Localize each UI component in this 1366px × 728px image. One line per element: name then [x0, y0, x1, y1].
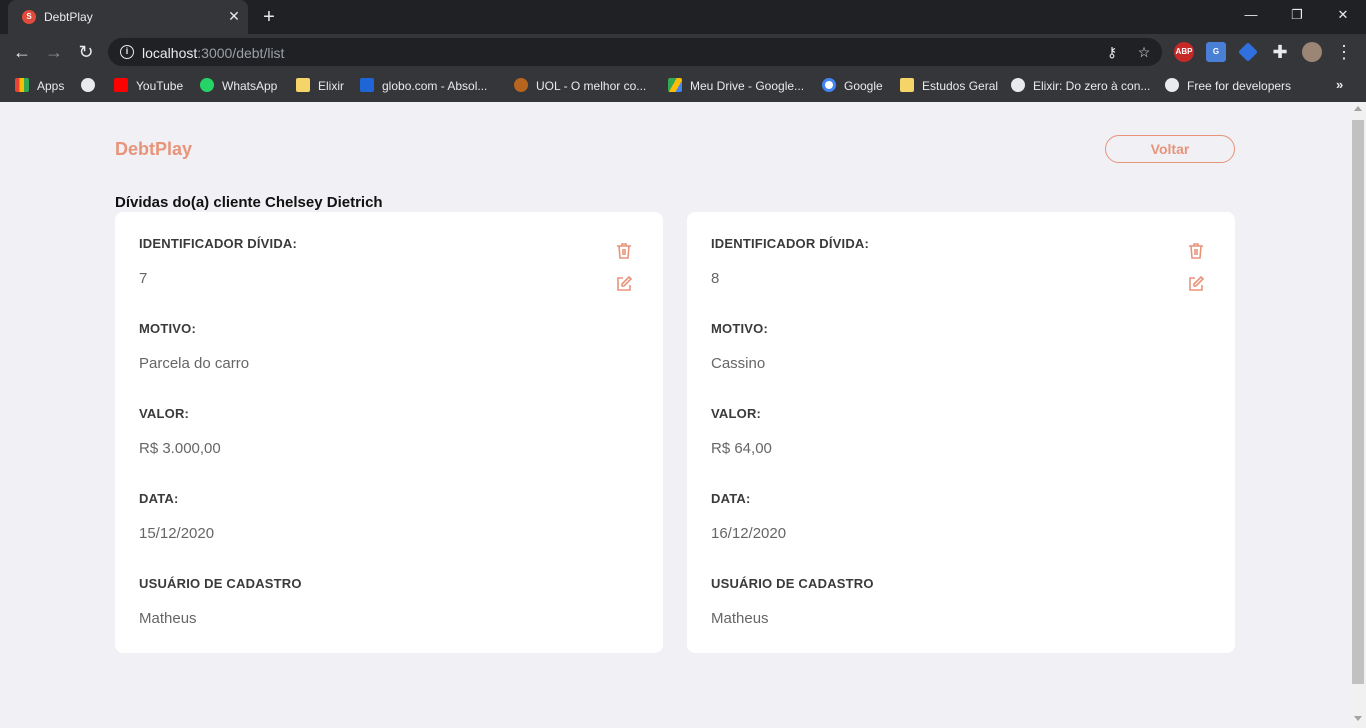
- debt-date-label: DATA:: [139, 491, 179, 506]
- debt-value-value: R$ 64,00: [711, 440, 772, 457]
- debt-id-label: IDENTIFICADOR DÍVIDA:: [711, 236, 870, 251]
- debt-reason-value: Parcela do carro: [139, 355, 250, 372]
- debt-id-label: IDENTIFICADOR DÍVIDA:: [139, 236, 298, 251]
- url-text: localhost:3000/debt/list: [142, 45, 285, 61]
- page-scrollbar[interactable]: [1350, 102, 1366, 728]
- delete-trash-icon[interactable]: [614, 241, 634, 261]
- minimize-icon[interactable]: —: [1236, 4, 1266, 26]
- globe-icon: [1011, 78, 1025, 92]
- bookmark-elixir-do-zero[interactable]: Elixir: Do zero à con...: [1011, 77, 1150, 95]
- bookmark-estudos-geral[interactable]: Estudos Geral: [900, 77, 998, 95]
- folder-icon: [296, 78, 310, 92]
- bookmark-globo[interactable]: globo.com - Absol...: [360, 77, 487, 95]
- google-icon: [822, 78, 836, 92]
- extension-shield-icon[interactable]: [1238, 42, 1258, 62]
- globe-icon: [1165, 78, 1179, 92]
- key-icon[interactable]: ⚷: [1102, 42, 1122, 62]
- debt-reason-label: MOTIVO:: [711, 321, 769, 336]
- brand-logo[interactable]: DebtPlay: [115, 139, 192, 160]
- extensions-puzzle-icon[interactable]: ✚: [1268, 40, 1292, 64]
- tab-title: DebtPlay: [44, 10, 93, 24]
- bookmark-free-for-developers[interactable]: Free for developers: [1165, 77, 1291, 95]
- back-arrow-icon[interactable]: ←: [10, 40, 34, 64]
- folder-icon: [900, 78, 914, 92]
- whatsapp-icon: [200, 78, 214, 92]
- debt-user-label: USUÁRIO DE CADASTRO: [139, 576, 302, 591]
- forward-arrow-icon[interactable]: →: [42, 40, 66, 64]
- debt-user-label: USUÁRIO DE CADASTRO: [711, 576, 874, 591]
- debt-date-value: 16/12/2020: [711, 525, 787, 542]
- bookmark-elixir[interactable]: Elixir: [296, 77, 344, 95]
- debtplay-favicon-icon: S: [22, 10, 36, 24]
- edit-icon[interactable]: [1186, 274, 1206, 294]
- close-tab-icon[interactable]: ✕: [226, 8, 242, 24]
- page-title: Dívidas do(a) cliente Chelsey Dietrich: [115, 194, 383, 211]
- back-button[interactable]: Voltar: [1105, 135, 1235, 163]
- debt-card: IDENTIFICADOR DÍVIDA: 7 MOTIVO: Parcela …: [115, 212, 663, 653]
- close-window-icon[interactable]: ✕: [1328, 4, 1358, 26]
- browser-tab[interactable]: S DebtPlay ✕: [8, 0, 248, 34]
- address-bar[interactable]: i localhost:3000/debt/list ⚷ ☆: [108, 38, 1162, 66]
- google-translate-icon[interactable]: G: [1206, 42, 1226, 62]
- debt-reason-label: MOTIVO:: [139, 321, 197, 336]
- new-tab-icon[interactable]: +: [258, 6, 280, 28]
- youtube-icon: [114, 78, 128, 92]
- apps-grid-icon: [15, 78, 29, 92]
- bookmark-google[interactable]: Google: [822, 77, 883, 95]
- reload-icon[interactable]: ↻: [74, 40, 98, 64]
- debt-value-value: R$ 3.000,00: [139, 440, 221, 457]
- bookmark-apps[interactable]: Apps: [15, 77, 64, 95]
- browser-tabstrip: S DebtPlay ✕ + — ❐ ✕: [0, 0, 1366, 34]
- debt-id-value: 8: [711, 270, 720, 287]
- bookmark-youtube[interactable]: YouTube: [114, 77, 183, 95]
- google-drive-icon: [668, 78, 682, 92]
- scroll-down-arrow-icon[interactable]: [1354, 716, 1362, 721]
- browser-toolbar: ← → ↻ i localhost:3000/debt/list ⚷ ☆ ABP…: [0, 34, 1366, 70]
- scrollbar-thumb[interactable]: [1352, 120, 1364, 684]
- bookmark-uol[interactable]: UOL - O melhor co...: [514, 77, 646, 95]
- site-info-icon[interactable]: i: [120, 45, 134, 59]
- page-viewport: DebtPlay Voltar Dívidas do(a) cliente Ch…: [0, 102, 1350, 728]
- debt-value-label: VALOR:: [139, 406, 190, 421]
- debt-reason-value: Cassino: [711, 355, 766, 372]
- debt-value-label: VALOR:: [711, 406, 762, 421]
- uol-icon: [514, 78, 528, 92]
- bookmark-drive[interactable]: Meu Drive - Google...: [668, 77, 804, 95]
- edit-icon[interactable]: [614, 274, 634, 294]
- debt-user-value: Matheus: [139, 610, 197, 627]
- bookmarks-bar: Apps YouTube WhatsApp Elixir globo.com -…: [0, 70, 1366, 102]
- globo-icon: [360, 78, 374, 92]
- debt-id-value: 7: [139, 270, 148, 287]
- debt-user-value: Matheus: [711, 610, 769, 627]
- delete-trash-icon[interactable]: [1186, 241, 1206, 261]
- bookmark-globe[interactable]: [81, 77, 103, 95]
- debt-date-label: DATA:: [711, 491, 751, 506]
- bookmark-star-icon[interactable]: ☆: [1134, 42, 1154, 62]
- debt-date-value: 15/12/2020: [139, 525, 215, 542]
- scroll-up-arrow-icon[interactable]: [1354, 106, 1362, 111]
- bookmarks-overflow-icon[interactable]: »: [1336, 77, 1343, 92]
- profile-avatar[interactable]: [1302, 42, 1322, 62]
- restore-icon[interactable]: ❐: [1282, 4, 1312, 26]
- globe-icon: [81, 78, 95, 92]
- adblock-plus-icon[interactable]: ABP: [1174, 42, 1194, 62]
- bookmark-whatsapp[interactable]: WhatsApp: [200, 77, 277, 95]
- menu-kebab-icon[interactable]: ⋮: [1332, 40, 1356, 64]
- debt-card: IDENTIFICADOR DÍVIDA: 8 MOTIVO: Cassino …: [687, 212, 1235, 653]
